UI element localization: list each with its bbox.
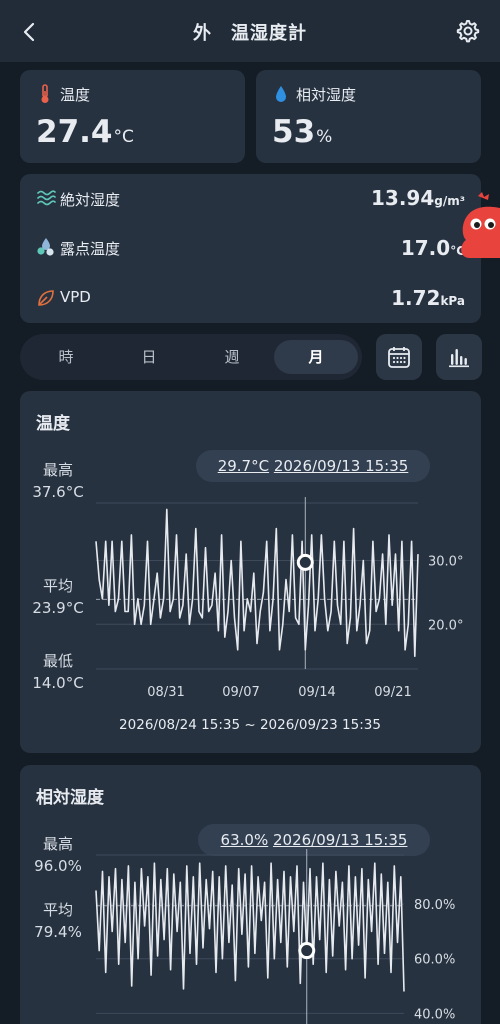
period-hour[interactable]: 時 bbox=[24, 340, 108, 374]
period-selector: 時 日 週 月 bbox=[20, 334, 362, 380]
vpd-value: 1.72kPa bbox=[391, 286, 465, 310]
y-tick-label: 60.0% bbox=[414, 953, 455, 968]
temperature-label: 温度 bbox=[60, 86, 91, 104]
y-tick-label: 30.0° bbox=[428, 554, 463, 569]
temperature-card: 温度 27.4°C bbox=[20, 70, 245, 163]
wave-icon bbox=[37, 190, 56, 206]
humidity-value: 53% bbox=[272, 114, 333, 150]
cursor-marker bbox=[296, 553, 314, 571]
thermometer-icon bbox=[41, 84, 49, 103]
temperature-chart-card: 温度 29.7°C 2026/09/13 15:35 最高 37.6°C 平均 23… bbox=[20, 391, 481, 753]
bar-chart-icon bbox=[449, 349, 469, 368]
humidity-line-chart[interactable]: 80.0% 60.0% 40.0% bbox=[20, 765, 481, 1024]
temperature-value: 27.4°C bbox=[36, 114, 134, 150]
x-tick-label: 08/31 bbox=[147, 685, 184, 700]
humidity-label: 相対湿度 bbox=[296, 86, 357, 104]
y-tick-label: 80.0% bbox=[414, 898, 455, 913]
x-tick-label: 09/14 bbox=[298, 685, 335, 700]
period-day[interactable]: 日 bbox=[107, 340, 191, 374]
gear-icon[interactable] bbox=[454, 18, 480, 44]
series-line bbox=[95, 508, 419, 657]
y-tick-label: 20.0° bbox=[428, 618, 463, 633]
cursor-marker bbox=[298, 942, 316, 960]
series-line bbox=[95, 862, 405, 992]
absolute-humidity-value: 13.94g/m³ bbox=[371, 186, 465, 210]
calendar-button[interactable] bbox=[376, 334, 422, 380]
humidity-card: 相対湿度 53% bbox=[256, 70, 481, 163]
bar-chart-button[interactable] bbox=[436, 334, 482, 380]
mascot-icon[interactable] bbox=[454, 186, 500, 262]
x-tick-label: 09/21 bbox=[374, 685, 411, 700]
leaf-icon bbox=[38, 290, 54, 306]
period-week[interactable]: 週 bbox=[190, 340, 274, 374]
temperature-line-chart[interactable]: 30.0° 20.0° 08/31 09/07 09/14 09/21 bbox=[20, 391, 481, 753]
temperature-date-range: 2026/08/24 15:35 ~ 2026/09/23 15:35 bbox=[119, 717, 381, 733]
y-tick-label: 40.0% bbox=[414, 1007, 455, 1022]
absolute-humidity-label: 絶対湿度 bbox=[60, 191, 121, 209]
x-tick-label: 09/07 bbox=[222, 685, 259, 700]
dew-point-label: 露点温度 bbox=[60, 240, 121, 258]
app-header: 外 温湿度計 bbox=[0, 0, 500, 62]
vpd-label: VPD bbox=[60, 288, 91, 306]
dew-drops-icon bbox=[37, 238, 54, 256]
calendar-icon bbox=[388, 347, 410, 368]
details-card: 絶対湿度 13.94g/m³ 露点温度 17.0°C VPD 1.72kPa bbox=[20, 174, 481, 323]
period-month[interactable]: 月 bbox=[274, 340, 358, 374]
page-title: 外 温湿度計 bbox=[193, 23, 307, 44]
water-drop-icon bbox=[276, 86, 286, 102]
humidity-chart-card: 相対湿度 63.0% 2026/09/13 15:35 最高 96.0% 平均 79… bbox=[20, 765, 481, 1024]
